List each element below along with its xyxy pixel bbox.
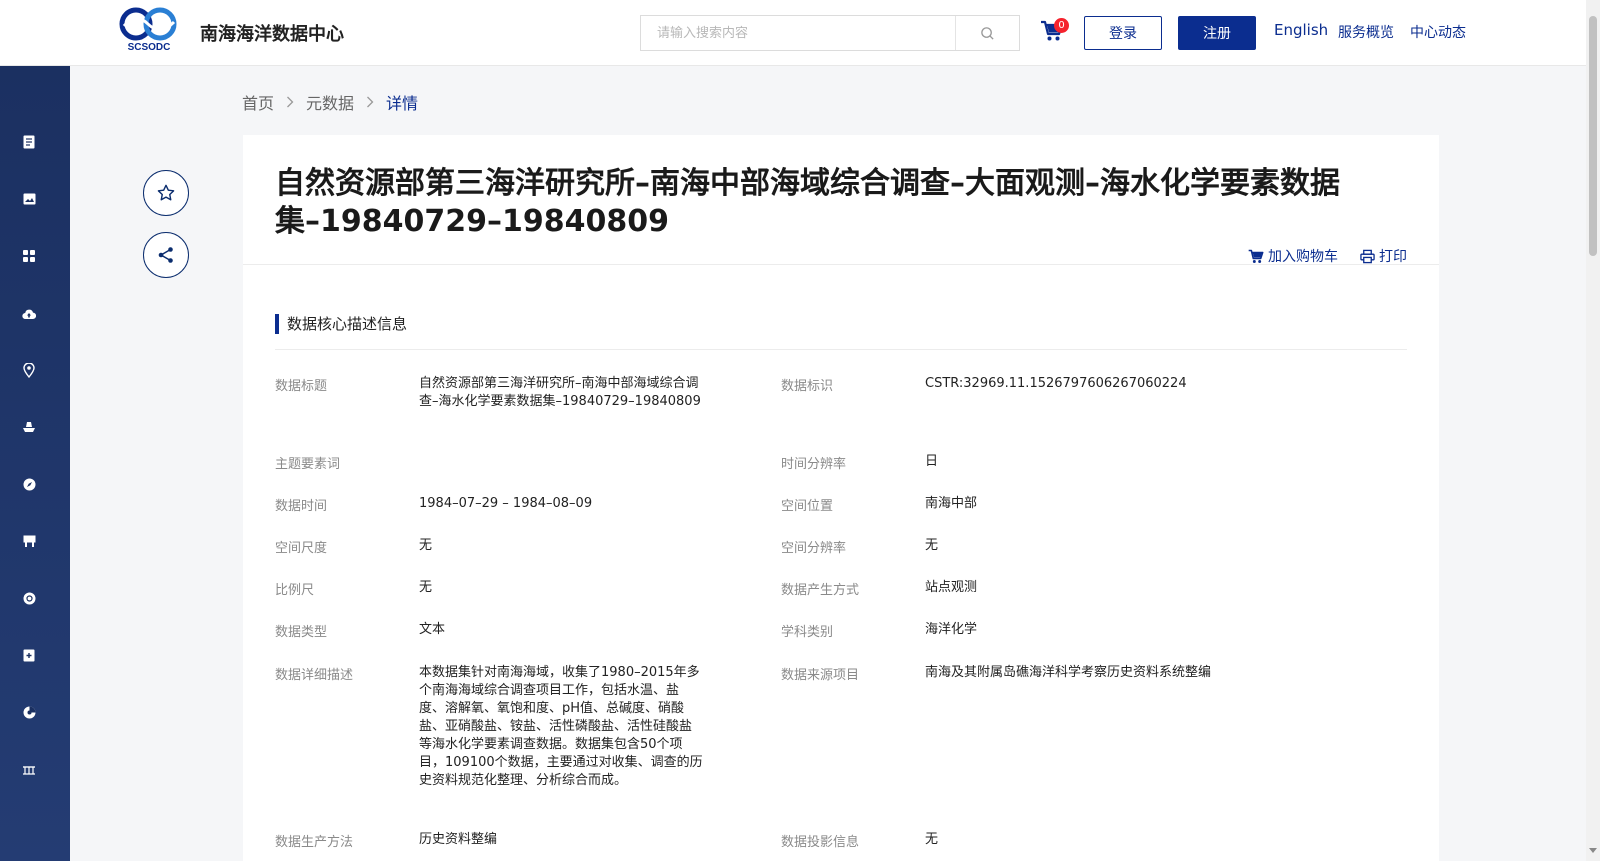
add-to-cart-button[interactable]: 加入购物车 — [1248, 246, 1338, 266]
dataset-title: 自然资源部第三海洋研究所–南海中部海域综合调查–大面观测–海水化学要素数据集–1… — [275, 166, 1340, 239]
ship-icon[interactable] — [21, 419, 37, 435]
chevron-right-icon — [366, 96, 374, 108]
location-pin-icon[interactable] — [21, 362, 37, 378]
share-icon — [158, 247, 173, 263]
field-label-data-time: 数据时间 — [275, 499, 328, 514]
search-icon — [981, 26, 994, 40]
search-input[interactable] — [641, 16, 955, 50]
cart-count-badge: 0 — [1054, 18, 1069, 33]
bridge-icon[interactable] — [21, 761, 37, 777]
field-label-data-id: 数据标识 — [781, 379, 834, 394]
chevron-right-icon — [286, 96, 294, 108]
breadcrumb-metadata[interactable]: 元数据 — [306, 90, 354, 114]
field-label-production-method: 数据生产方法 — [275, 835, 354, 850]
detail-card: 自然资源部第三海洋研究所–南海中部海域综合调查–大面观测–海水化学要素数据集–1… — [243, 135, 1439, 861]
nav-english[interactable]: English — [1274, 21, 1328, 39]
add-to-cart-label: 加入购物车 — [1268, 249, 1338, 265]
field-label-spatial-scale: 空间尺度 — [275, 541, 328, 556]
field-value-source-project: 南海及其附属岛礁海洋科学考察历史资料系统整编 — [925, 665, 1212, 680]
logo-text: SCSODC — [128, 42, 171, 53]
site-name[interactable]: 南海海洋数据中心 — [200, 20, 344, 46]
title-actions: 加入购物车 打印 — [1248, 246, 1407, 266]
login-button[interactable]: 登录 — [1084, 16, 1162, 50]
field-value-data-title: 自然资源部第三海洋研究所–南海中部海域综合调查–海水化学要素数据集–198407… — [419, 376, 701, 409]
field-value-scale: 无 — [419, 580, 433, 595]
search-box — [640, 15, 1020, 51]
nav-services[interactable]: 服务概览 — [1338, 22, 1394, 42]
breadcrumb-home[interactable]: 首页 — [242, 90, 274, 114]
field-value-projection: 无 — [925, 832, 939, 847]
field-value-production-method: 历史资料整编 — [419, 832, 498, 847]
share-button[interactable] — [143, 232, 189, 278]
star-icon — [157, 184, 175, 201]
field-label-time-resolution: 时间分辨率 — [781, 457, 847, 472]
breadcrumb: 首页 元数据 详情 — [242, 90, 418, 114]
scroll-down-arrow-icon[interactable] — [1589, 848, 1597, 853]
breadcrumb-current: 详情 — [386, 94, 419, 113]
title-divider — [243, 264, 1439, 265]
page-scrollbar[interactable] — [1586, 0, 1600, 861]
field-label-discipline: 学科类别 — [781, 625, 834, 640]
cloud-upload-icon[interactable] — [21, 306, 37, 322]
section-divider — [275, 349, 1407, 350]
cart-button[interactable]: 0 — [1040, 18, 1070, 48]
print-label: 打印 — [1379, 249, 1407, 265]
nav-news[interactable]: 中心动态 — [1410, 22, 1466, 42]
document-icon[interactable] — [21, 134, 37, 150]
field-value-spatial-scale: 无 — [419, 538, 433, 553]
field-label-keywords: 主题要素词 — [275, 457, 341, 472]
field-value-data-id: CSTR:32969.11.1526797606267060224 — [925, 376, 1187, 391]
print-button[interactable]: 打印 — [1360, 246, 1407, 266]
field-value-data-time: 1984–07–29 – 1984–08–09 — [419, 496, 593, 511]
compass-icon[interactable] — [21, 476, 37, 492]
field-label-source-project: 数据来源项目 — [781, 668, 860, 683]
section-title: 数据核心描述信息 — [287, 315, 408, 333]
store-icon[interactable] — [21, 533, 37, 549]
field-label-description: 数据详细描述 — [275, 668, 354, 683]
field-value-discipline: 海洋化学 — [925, 622, 978, 637]
plus-box-icon[interactable] — [21, 647, 37, 663]
field-value-description: 本数据集针对南海海域，收集了1980–2015年多个南海海域综合调查项目工作，包… — [419, 665, 703, 788]
field-label-data-type: 数据类型 — [275, 625, 328, 640]
field-value-spatial-resolution: 无 — [925, 538, 939, 553]
field-value-time-resolution: 日 — [925, 454, 939, 469]
site-logo[interactable]: SCSODC — [118, 6, 180, 54]
section-accent-bar — [275, 313, 279, 334]
section-header: 数据核心描述信息 — [275, 313, 407, 334]
printer-icon — [1360, 249, 1375, 263]
field-value-generation-method: 站点观测 — [925, 580, 978, 595]
favorite-button[interactable] — [143, 170, 189, 216]
top-header: SCSODC 南海海洋数据中心 0 登录 注册 English 服务概览 中心动… — [0, 0, 1586, 66]
chart-pie-icon[interactable] — [21, 704, 37, 720]
field-label-data-title: 数据标题 — [275, 379, 328, 394]
cart-icon — [1248, 249, 1264, 263]
field-label-generation-method: 数据产生方式 — [781, 583, 860, 598]
field-label-scale: 比例尺 — [275, 583, 315, 598]
image-icon[interactable] — [21, 191, 37, 207]
grid-icon[interactable] — [21, 248, 37, 264]
field-label-projection: 数据投影信息 — [781, 835, 860, 850]
field-value-data-type: 文本 — [419, 622, 446, 637]
register-button[interactable]: 注册 — [1178, 16, 1256, 50]
globe-icon[interactable] — [21, 590, 37, 606]
field-label-spatial-resolution: 空间分辨率 — [781, 541, 847, 556]
left-sidebar — [0, 66, 70, 861]
field-value-spatial-location: 南海中部 — [925, 496, 978, 511]
scrollbar-thumb[interactable] — [1589, 16, 1597, 256]
search-button[interactable] — [955, 16, 1019, 50]
field-label-spatial-location: 空间位置 — [781, 499, 834, 514]
